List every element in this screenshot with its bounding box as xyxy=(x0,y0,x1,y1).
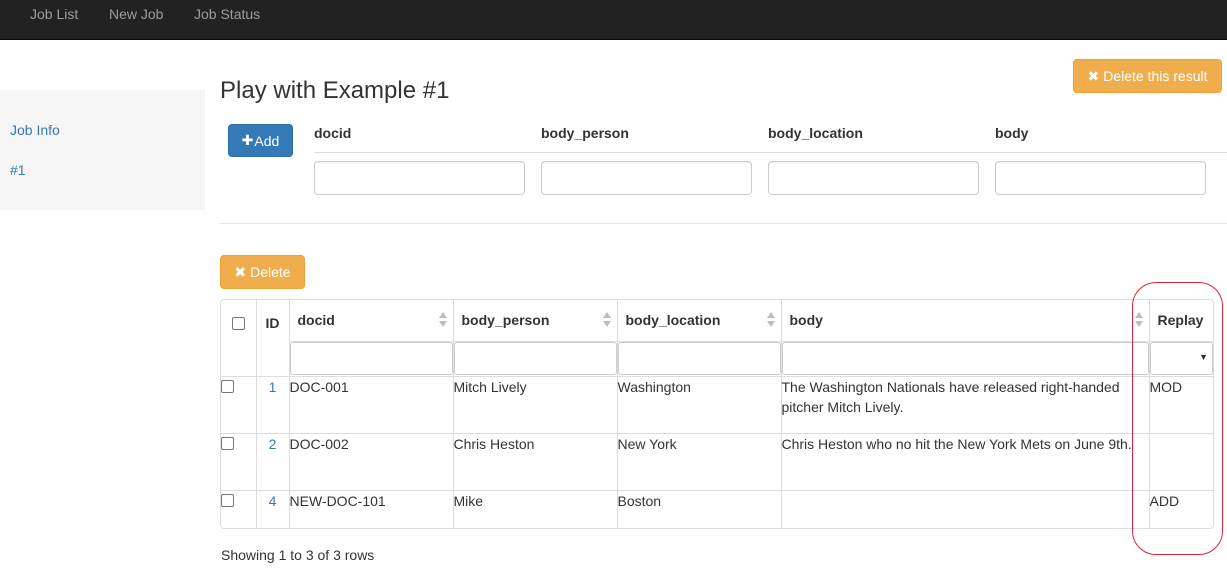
form-header-divider xyxy=(314,152,1227,153)
header-body-person[interactable]: body_person xyxy=(453,300,618,342)
field-label-body: body xyxy=(995,125,1029,141)
section-divider xyxy=(220,223,1227,224)
filter-body-location-input[interactable] xyxy=(617,342,781,375)
cell-docid: DOC-002 xyxy=(289,433,454,491)
cell-body: The Washington Nationals have released r… xyxy=(781,376,1150,434)
table-row: 2 DOC-002 Chris Heston New York Chris He… xyxy=(221,433,1213,491)
sort-icon[interactable] xyxy=(602,312,611,328)
table-row: 1 DOC-001 Mitch Lively Washington The Wa… xyxy=(221,376,1213,434)
cell-docid: DOC-001 xyxy=(289,376,454,434)
add-row-form: ✚ Add docid body_person body_location bo… xyxy=(220,118,1227,224)
sidebar-item-job-info[interactable]: Job Info xyxy=(10,122,60,138)
column-header-body: body xyxy=(789,312,823,328)
nav-job-list[interactable]: Job List xyxy=(30,6,78,22)
cell-body xyxy=(781,490,1150,528)
cell-docid: NEW-DOC-101 xyxy=(289,490,454,528)
column-header-replay: Replay xyxy=(1157,312,1204,328)
close-icon: ✖ xyxy=(234,263,247,280)
select-all-checkbox[interactable] xyxy=(231,316,245,330)
cell-body-person: Mitch Lively xyxy=(453,376,618,434)
top-navbar: Job List New Job Job Status xyxy=(0,0,1227,40)
page-title: Play with Example #1 xyxy=(220,77,450,104)
plus-icon: ✚ xyxy=(241,132,254,148)
filter-body-input[interactable] xyxy=(781,342,1149,375)
add-button-label: Add xyxy=(254,132,280,149)
cell-body-location: New York xyxy=(617,433,782,491)
header-docid[interactable]: docid xyxy=(289,300,454,342)
results-table: ID docid body_person body_location body xyxy=(220,299,1214,529)
body-person-input[interactable] xyxy=(541,161,752,195)
close-icon: ✖ xyxy=(1087,67,1100,84)
sort-icon[interactable] xyxy=(766,312,775,328)
header-body-location[interactable]: body_location xyxy=(617,300,782,342)
column-header-body-location: body_location xyxy=(625,312,721,328)
column-header-docid: docid xyxy=(297,312,335,328)
body-location-input[interactable] xyxy=(768,161,979,195)
table-row: 4 NEW-DOC-101 Mike Boston ADD xyxy=(221,490,1213,528)
cell-replay: MOD xyxy=(1149,376,1213,434)
cell-replay xyxy=(1149,433,1213,491)
filter-body-person-input[interactable] xyxy=(453,342,617,375)
filter-body-cell xyxy=(781,341,1150,377)
row-checkbox[interactable] xyxy=(221,436,234,450)
cell-body-location: Washington xyxy=(617,376,782,434)
cell-body-person: Mike xyxy=(453,490,618,528)
sort-icon[interactable] xyxy=(438,312,447,328)
caret-down-icon: ▼ xyxy=(1199,352,1208,362)
column-header-body-person: body_person xyxy=(461,312,550,328)
cell-body-location: Boston xyxy=(617,490,782,528)
field-label-docid: docid xyxy=(314,125,352,141)
sort-icon[interactable] xyxy=(1134,312,1143,328)
row-checkbox[interactable] xyxy=(221,379,234,393)
row-id-link[interactable]: 2 xyxy=(269,436,277,452)
cell-replay: ADD xyxy=(1149,493,1180,509)
sidebar-item-result-1[interactable]: #1 xyxy=(10,162,26,178)
delete-result-label: Delete this result xyxy=(1103,68,1208,84)
add-button[interactable]: ✚ Add xyxy=(228,124,293,157)
cell-body-person: Chris Heston xyxy=(453,433,618,491)
body-input[interactable] xyxy=(995,161,1206,195)
row-id-link[interactable]: 4 xyxy=(269,493,277,509)
nav-new-job[interactable]: New Job xyxy=(109,6,163,22)
delete-rows-label: Delete xyxy=(250,264,291,280)
row-id-link[interactable]: 1 xyxy=(269,379,277,395)
delete-result-button[interactable]: ✖ Delete this result xyxy=(1073,59,1222,93)
header-body[interactable]: body xyxy=(781,300,1150,342)
field-label-body-person: body_person xyxy=(541,125,629,141)
filter-replay-cell: ▼ xyxy=(1149,341,1213,377)
filter-docid-input[interactable] xyxy=(289,342,453,375)
header-id: ID xyxy=(256,300,290,377)
filter-replay-select[interactable]: ▼ xyxy=(1149,342,1213,375)
filter-docid-cell xyxy=(289,341,454,377)
header-replay: Replay xyxy=(1149,300,1213,342)
row-checkbox[interactable] xyxy=(221,493,234,507)
delete-rows-button[interactable]: ✖ Delete xyxy=(220,255,305,289)
cell-body: Chris Heston who no hit the New York Met… xyxy=(781,433,1150,491)
column-header-id: ID xyxy=(265,315,280,331)
nav-job-status[interactable]: Job Status xyxy=(194,6,260,22)
pagination-info: Showing 1 to 3 of 3 rows xyxy=(221,547,375,563)
filter-body-location-cell xyxy=(617,341,782,377)
filter-body-person-cell xyxy=(453,341,618,377)
field-label-body-location: body_location xyxy=(768,125,863,141)
sidebar: Job Info #1 xyxy=(0,90,205,210)
header-select-all xyxy=(221,300,257,377)
docid-input[interactable] xyxy=(314,161,525,195)
